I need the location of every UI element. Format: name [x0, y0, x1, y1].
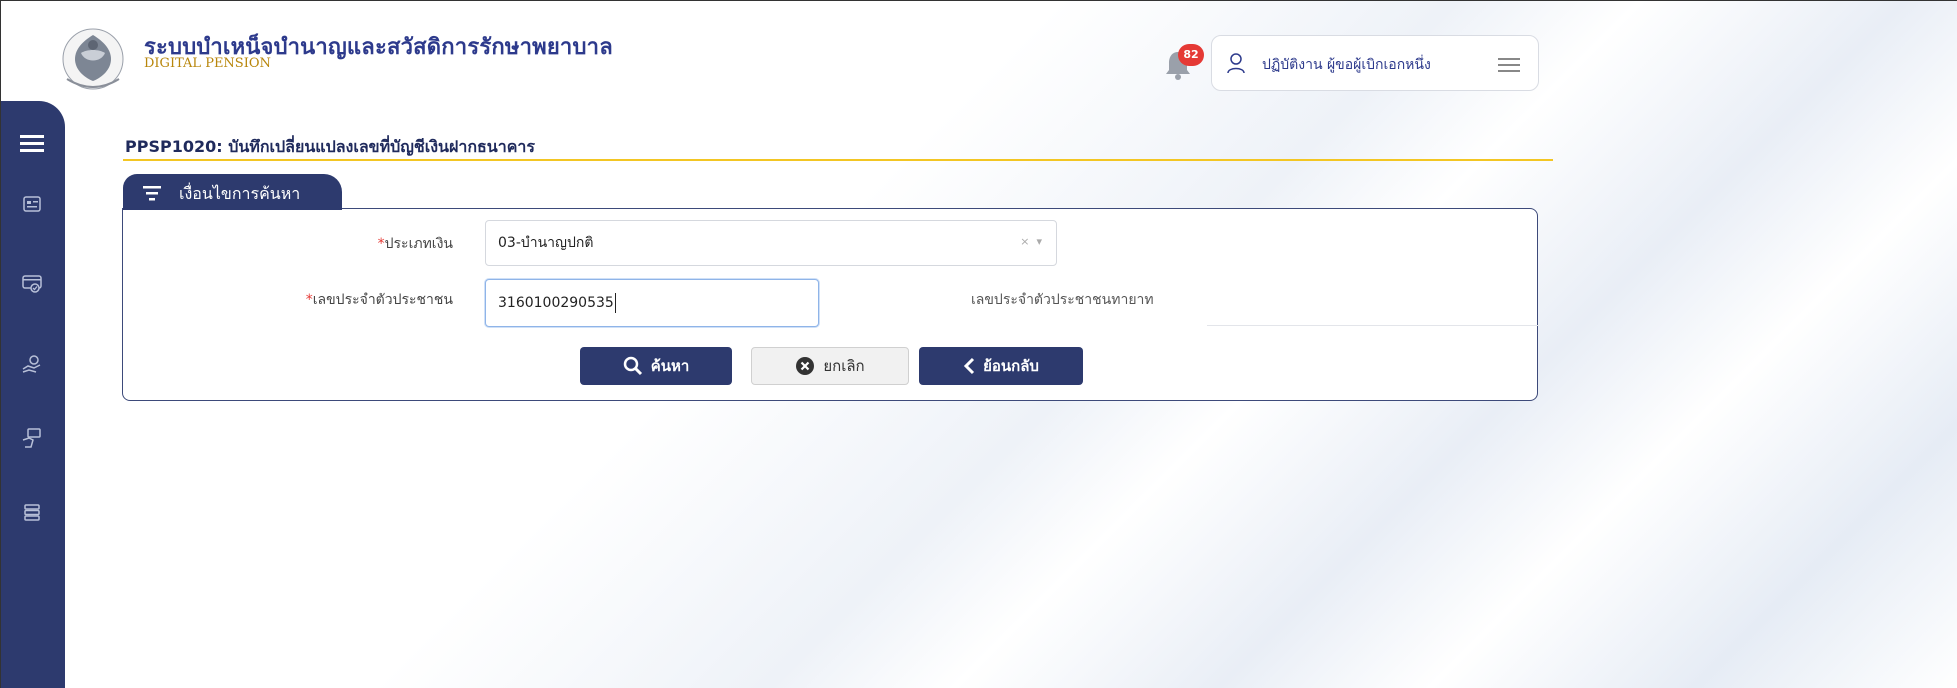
- select-clear-chevron-icon[interactable]: × ▾: [1020, 235, 1042, 248]
- search-section-tab: เงื่อนไขการค้นหา: [123, 174, 342, 210]
- app-subtitle: DIGITAL PENSION: [144, 56, 271, 71]
- back-button-label: ย้อนกลับ: [983, 357, 1039, 375]
- cancel-button-label: ยกเลิก: [823, 357, 865, 375]
- heir-id-underline: [1207, 325, 1539, 326]
- sidebar-toggle-icon[interactable]: [17, 129, 47, 159]
- sidebar-item-disbursement[interactable]: [17, 423, 47, 453]
- search-button[interactable]: ค้นหา: [580, 347, 732, 385]
- user-menu[interactable]: ปฏิบัติงาน ผู้ขอผู้เบิกเอกหนึ่ง: [1211, 35, 1539, 91]
- money-type-value: 03-บำนาญปกติ: [498, 235, 594, 251]
- chevron-left-icon: [963, 357, 975, 375]
- back-button[interactable]: ย้อนกลับ: [919, 347, 1083, 385]
- close-circle-icon: [796, 357, 815, 375]
- search-panel: *ประเภทเงิน 03-บำนาญปกติ × ▾ *เลขประจำตั…: [122, 208, 1539, 401]
- hand-coin-icon: [22, 355, 41, 373]
- citizen-id-input[interactable]: 3160100290535: [485, 279, 819, 327]
- text-cursor: [614, 293, 616, 313]
- required-mark: *: [377, 236, 385, 252]
- sidebar-item-list[interactable]: [17, 189, 47, 219]
- sidebar: [1, 101, 65, 688]
- monitor-check-icon: [22, 275, 42, 293]
- sidebar-item-payment[interactable]: [17, 349, 47, 379]
- notification-badge: 82: [1178, 44, 1204, 66]
- money-type-label-text: ประเภทเงิน: [384, 236, 453, 252]
- app-header: ระบบบำเหน็จบำนาญและสวัสดิการรักษาพยาบาล …: [1, 1, 1957, 101]
- money-type-label: *ประเภทเงิน: [323, 233, 453, 255]
- hamburger-icon: [20, 135, 44, 152]
- database-icon: [24, 504, 40, 521]
- hamburger-menu-icon[interactable]: [1498, 57, 1520, 73]
- cancel-button[interactable]: ยกเลิก: [751, 347, 909, 385]
- money-type-select[interactable]: 03-บำนาญปกติ × ▾: [485, 220, 1057, 266]
- hand-pay-icon: [22, 428, 41, 448]
- heir-id-label: เลขประจำตัวประชาชนทายาท: [971, 292, 1154, 308]
- sidebar-item-database[interactable]: [17, 497, 47, 527]
- search-button-label: ค้นหา: [650, 357, 690, 375]
- user-icon: [1227, 53, 1245, 74]
- required-mark: *: [305, 292, 313, 308]
- citizen-id-label-text: เลขประจำตัวประชาชน: [312, 292, 453, 308]
- citizen-id-label: *เลขประจำตัวประชาชน: [273, 289, 453, 311]
- filter-icon: [143, 186, 161, 201]
- search-icon: [623, 356, 642, 376]
- page-title: PPSP1020: บันทึกเปลี่ยนแปลงเลขที่บัญชีเง…: [125, 137, 535, 156]
- section-label: เงื่อนไขการค้นหา: [179, 184, 301, 203]
- list-card-icon: [23, 196, 41, 212]
- sidebar-item-monitor[interactable]: [17, 269, 47, 299]
- title-underline: [123, 159, 1553, 161]
- user-name: ปฏิบัติงาน ผู้ขอผู้เบิกเอกหนึ่ง: [1262, 57, 1431, 73]
- garuda-logo: [62, 28, 124, 90]
- citizen-id-value: 3160100290535: [498, 295, 614, 311]
